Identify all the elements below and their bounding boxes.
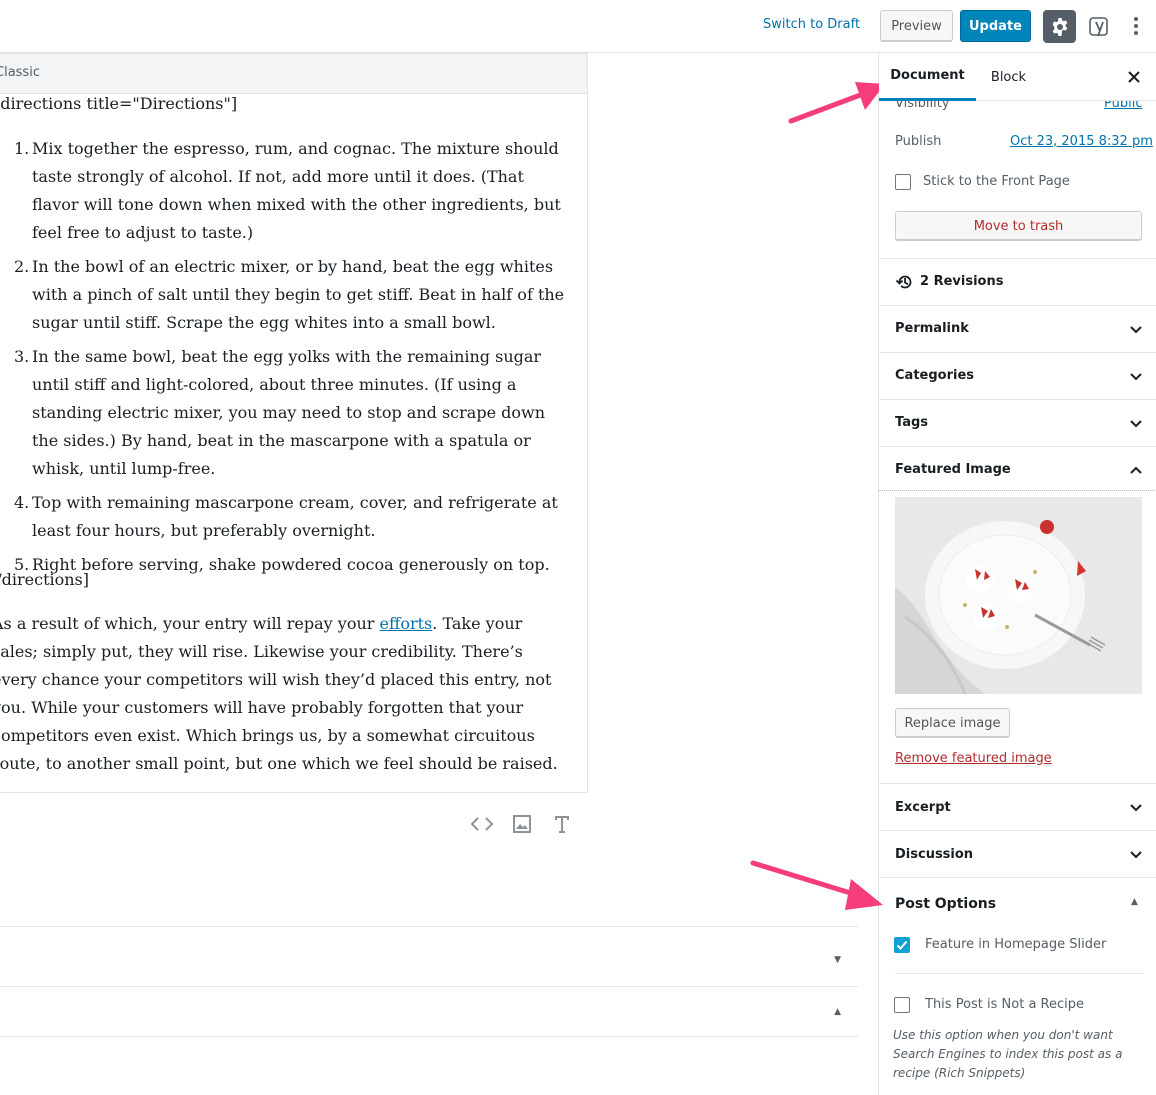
checkmark-icon (896, 940, 908, 950)
feature-homepage-slider-checkbox[interactable] (894, 937, 910, 953)
close-sidebar-button[interactable] (1125, 68, 1143, 86)
dessert-plate-image (895, 497, 1142, 694)
collapse-caret-icon[interactable]: ▼ (834, 955, 841, 965)
settings-button[interactable] (1043, 10, 1076, 43)
panel-categories[interactable]: Categories (879, 352, 1156, 399)
publish-label: Publish (895, 134, 942, 149)
close-icon (1128, 71, 1140, 83)
tab-block[interactable]: Block (976, 53, 1041, 101)
preview-button[interactable]: Preview (880, 10, 953, 42)
stick-front-page-checkbox[interactable] (895, 174, 911, 190)
code-icon (471, 817, 493, 831)
yoast-icon (1089, 17, 1108, 37)
panel-excerpt[interactable]: Excerpt (879, 783, 1156, 830)
feature-homepage-slider-label[interactable]: Feature in Homepage Slider (925, 937, 1106, 952)
body-paragraph[interactable]: As a result of which, your entry will re… (0, 610, 572, 778)
text-icon (555, 816, 569, 833)
chevron-down-icon (1130, 326, 1142, 334)
image-icon (513, 815, 531, 833)
chevron-down-icon (1130, 373, 1142, 381)
list-item: 1. Mix together the espresso, rum, and co… (14, 139, 561, 242)
panel-excerpt-title: Excerpt (895, 800, 951, 815)
not-a-recipe-help: Use this option when you don't want Sear… (893, 1028, 1123, 1080)
not-a-recipe-checkbox[interactable] (894, 997, 910, 1013)
yoast-button[interactable] (1087, 12, 1113, 40)
chevron-down-icon (1130, 851, 1142, 859)
switch-to-draft-button[interactable]: Switch to Draft (763, 17, 860, 32)
chevron-down-icon (1130, 420, 1142, 428)
panel-permalink-title: Permalink (895, 321, 969, 336)
replace-image-button[interactable]: Replace image (895, 708, 1010, 738)
panel-featured-image[interactable]: Featured Image (879, 446, 1156, 491)
meta-box-row-bottom (0, 1036, 858, 1095)
settings-sidebar: Document Block Visibility Public Publish… (878, 53, 1156, 1095)
efforts-link[interactable]: efforts (380, 614, 433, 633)
classic-block-label: Classic (0, 65, 40, 80)
image-tool-button[interactable] (510, 813, 534, 835)
code-tool-button[interactable] (470, 813, 494, 835)
annotation-arrow-post-options (750, 860, 883, 910)
move-to-trash-button[interactable]: Move to trash (895, 211, 1142, 241)
tab-document[interactable]: Document (879, 53, 976, 101)
directions-shortcode-open[interactable]: [directions title="Directions"] (0, 94, 237, 113)
gear-icon (1052, 17, 1067, 36)
not-a-recipe-label[interactable]: This Post is Not a Recipe (925, 997, 1084, 1012)
text-tool-button[interactable] (550, 813, 574, 835)
chevron-down-icon (1130, 804, 1142, 812)
panel-discussion-title: Discussion (895, 847, 974, 862)
more-options-button[interactable] (1124, 12, 1148, 40)
panel-tags[interactable]: Tags (879, 399, 1156, 446)
collapse-caret-icon[interactable]: ▲ (1131, 897, 1138, 907)
vertical-ellipsis-icon (1134, 17, 1138, 35)
editor-header: Switch to Draft Preview Update (0, 0, 1156, 53)
panel-discussion[interactable]: Discussion (879, 830, 1156, 877)
list-item: 2. In the bowl of an electric mixer, or b… (14, 257, 565, 332)
meta-box-row[interactable]: ▼ (0, 926, 858, 986)
classic-block-toolbar: Classic (0, 54, 587, 94)
panel-categories-title: Categories (895, 368, 975, 383)
panel-featured-image-title: Featured Image (895, 462, 1011, 477)
divider (895, 973, 1143, 974)
chevron-up-icon (1130, 466, 1142, 474)
directions-shortcode-close[interactable]: [/directions] (0, 570, 89, 589)
revisions-row[interactable]: 2 Revisions (879, 258, 1156, 305)
revisions-label: 2 Revisions (920, 274, 1004, 289)
directions-list[interactable]: 1. Mix together the espresso, rum, and co… (14, 135, 574, 585)
publish-date-toggle[interactable]: Oct 23, 2015 8:32 pm (1010, 134, 1153, 149)
list-item: 4. Top with remaining mascarpone cream, c… (14, 493, 558, 540)
remove-featured-image-link[interactable]: Remove featured image (895, 751, 1052, 766)
revisions-icon (896, 275, 912, 289)
update-button[interactable]: Update (960, 10, 1031, 42)
list-item: 3. In the same bowl, beat the egg yolks w… (14, 347, 545, 478)
panel-post-options-title[interactable]: Post Options (895, 896, 996, 912)
featured-image-preview[interactable] (895, 497, 1142, 694)
panel-permalink[interactable]: Permalink (879, 305, 1156, 352)
panel-tags-title: Tags (895, 415, 929, 430)
list-item: 5. Right before serving, shake powdered c… (14, 555, 550, 574)
meta-box-row[interactable]: ▲ (0, 986, 858, 1036)
expand-caret-icon[interactable]: ▲ (834, 1007, 841, 1017)
stick-front-page-label[interactable]: Stick to the Front Page (923, 174, 1070, 189)
sidebar-tabs: Document Block (879, 53, 1156, 101)
